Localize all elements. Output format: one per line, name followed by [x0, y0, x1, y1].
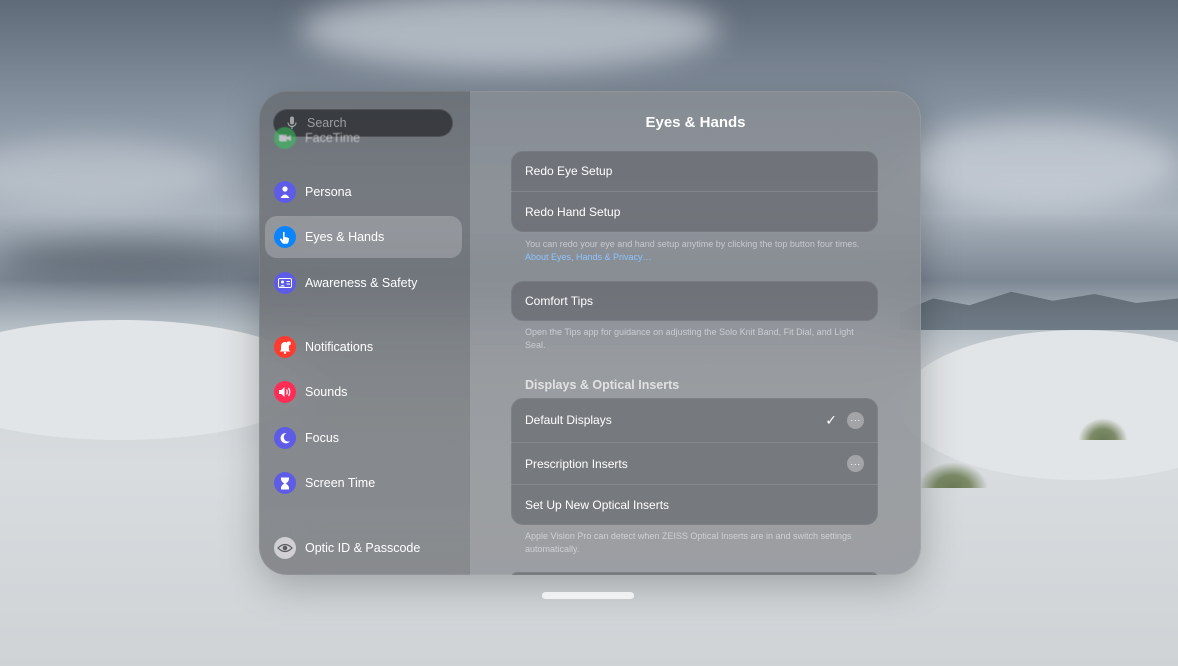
sidebar-item-screen-time[interactable]: Screen Time	[265, 462, 462, 504]
comfort-group: Comfort Tips	[511, 281, 878, 321]
persona-icon	[274, 181, 296, 203]
prescription-inserts-row[interactable]: Prescription Inserts ···	[511, 442, 878, 484]
sidebar-item-facetime[interactable]: FaceTime	[265, 126, 462, 150]
window-grabber-bar[interactable]	[542, 592, 634, 599]
sidebar-item-label: Optic ID & Passcode	[305, 541, 420, 555]
comfort-tips-button[interactable]: Comfort Tips	[511, 281, 878, 321]
more-options-icon[interactable]: ···	[847, 455, 864, 472]
sidebar-item-optic-id-passcode[interactable]: Optic ID & Passcode	[265, 527, 462, 569]
hand-pointer-icon	[274, 226, 296, 248]
sidebar-item-notifications[interactable]: Notifications	[265, 326, 462, 368]
sidebar-item-sounds[interactable]: Sounds	[265, 371, 462, 413]
displays-section-header: Displays & Optical Inserts	[525, 378, 679, 392]
default-displays-label: Default Displays	[525, 413, 612, 427]
sidebar-item-label: Awareness & Safety	[305, 276, 417, 290]
checkmark-icon: ✓	[825, 412, 837, 429]
redo-eye-setup-button[interactable]: Redo Eye Setup	[511, 151, 878, 191]
setup-footnote: You can redo your eye and hand setup any…	[525, 238, 865, 264]
facetime-icon	[274, 127, 296, 149]
optic-id-icon	[274, 537, 296, 559]
default-displays-row[interactable]: Default Displays ✓ ···	[511, 398, 878, 442]
comfort-footnote: Open the Tips app for guidance on adjust…	[525, 326, 865, 352]
set-up-optical-inserts-button[interactable]: Set Up New Optical Inserts	[511, 484, 878, 525]
about-eyes-hands-privacy-link[interactable]: About Eyes, Hands & Privacy…	[525, 252, 652, 262]
sidebar-item-label: Persona	[305, 185, 352, 199]
prescription-inserts-label: Prescription Inserts	[525, 457, 628, 471]
sidebar-item-label: Screen Time	[305, 476, 375, 490]
moon-icon	[274, 427, 296, 449]
redo-hand-setup-button[interactable]: Redo Hand Setup	[511, 191, 878, 232]
detail-pane: Eyes & Hands Redo Eye Setup Redo Hand Se…	[470, 91, 921, 575]
awareness-icon	[274, 272, 296, 294]
hourglass-icon	[274, 472, 296, 494]
sidebar-item-label: Eyes & Hands	[305, 230, 384, 244]
page-title: Eyes & Hands	[470, 114, 921, 131]
notifications-icon	[274, 336, 296, 358]
displays-footnote: Apple Vision Pro can detect when ZEISS O…	[525, 530, 865, 556]
sidebar-item-label: Notifications	[305, 340, 373, 354]
sidebar-item-persona[interactable]: Persona	[265, 171, 462, 213]
sidebar-item-focus[interactable]: Focus	[265, 417, 462, 459]
sidebar-item-label: Sounds	[305, 385, 347, 399]
settings-window: Search FaceTime Persona Eyes & Hands	[259, 91, 921, 575]
sidebar: Search FaceTime Persona Eyes & Hands	[259, 91, 470, 575]
displays-group: Default Displays ✓ ··· Prescription Inse…	[511, 398, 878, 525]
speaker-icon	[274, 381, 296, 403]
next-group-partial	[511, 572, 878, 575]
sidebar-item-label: Focus	[305, 431, 339, 445]
sidebar-item-eyes-hands[interactable]: Eyes & Hands	[265, 216, 462, 258]
more-options-icon[interactable]: ···	[847, 412, 864, 429]
setup-footnote-text: You can redo your eye and hand setup any…	[525, 239, 859, 249]
setup-group: Redo Eye Setup Redo Hand Setup	[511, 151, 878, 232]
sidebar-item-awareness-safety[interactable]: Awareness & Safety	[265, 262, 462, 304]
sidebar-item-label: FaceTime	[305, 131, 360, 145]
